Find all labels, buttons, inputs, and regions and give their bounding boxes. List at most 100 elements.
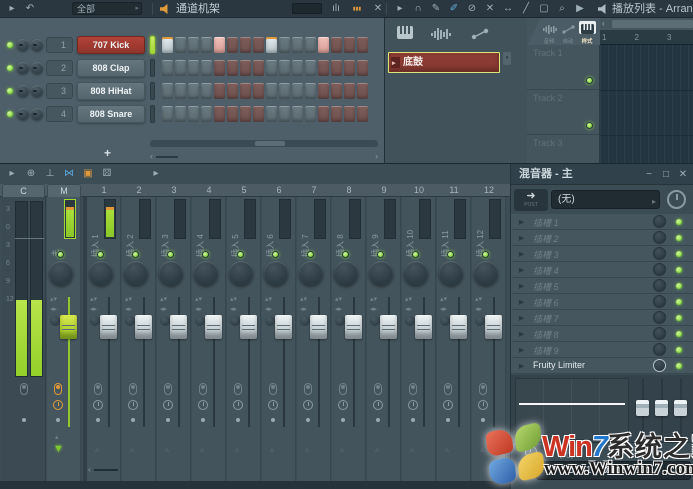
post-routing-button[interactable]: ➜ POST bbox=[514, 189, 548, 211]
channel-enable-led[interactable] bbox=[7, 111, 13, 117]
clock-icon[interactable] bbox=[128, 400, 138, 410]
step-cell[interactable] bbox=[292, 83, 303, 99]
step-cell[interactable] bbox=[279, 83, 290, 99]
mute-switch-icon[interactable] bbox=[129, 383, 137, 395]
mixer-strip-insert[interactable]: 插入 1▴▾◂▸▵ bbox=[87, 197, 121, 481]
mixer-strip-insert[interactable]: 插入 8▴▾◂▸▵ bbox=[332, 197, 366, 481]
stereo-separation-control[interactable]: ▴▾ bbox=[230, 295, 237, 303]
timeline-ruler[interactable]: 123 bbox=[600, 30, 693, 45]
step-cell[interactable] bbox=[240, 37, 251, 53]
mixer-strip-insert[interactable]: 插入 2▴▾◂▸▵ bbox=[122, 197, 156, 481]
channel-button[interactable]: 808 Clap bbox=[77, 59, 145, 77]
slot-mix-knob[interactable] bbox=[653, 231, 666, 244]
step-cell[interactable] bbox=[305, 37, 316, 53]
step-cell[interactable] bbox=[162, 60, 173, 76]
step-cell[interactable] bbox=[331, 37, 342, 53]
mute-switch-icon[interactable] bbox=[374, 383, 382, 395]
channel-button[interactable]: 707 Kick bbox=[77, 36, 145, 54]
mixer-column-7[interactable]: 7 bbox=[297, 184, 331, 197]
channel-pan-knob[interactable] bbox=[17, 62, 29, 74]
step-cell[interactable] bbox=[188, 106, 199, 122]
record-dot[interactable] bbox=[446, 418, 450, 422]
slot-mix-knob[interactable] bbox=[653, 263, 666, 276]
record-dot[interactable] bbox=[56, 418, 60, 422]
effect-slot[interactable]: ▶插槽 4 bbox=[511, 262, 693, 278]
record-dot[interactable] bbox=[341, 418, 345, 422]
limiter-display[interactable] bbox=[515, 378, 629, 440]
channel-button[interactable]: 808 HiHat bbox=[77, 82, 145, 100]
channel-enable-led[interactable] bbox=[7, 65, 13, 71]
time-clock-icon[interactable] bbox=[667, 190, 686, 209]
pan-arrows-control[interactable]: ◂▸ bbox=[475, 305, 482, 313]
step-cell[interactable] bbox=[253, 37, 264, 53]
slice-tool-icon[interactable]: ╱ bbox=[518, 0, 534, 18]
slot-enable-led[interactable] bbox=[676, 251, 682, 257]
effect-slot[interactable]: ▶插槽 3 bbox=[511, 246, 693, 262]
grid-scrollbar[interactable]: ‹ bbox=[600, 18, 693, 30]
record-dot[interactable] bbox=[411, 418, 415, 422]
strip-pan-knob[interactable] bbox=[474, 261, 498, 285]
record-dot[interactable] bbox=[376, 418, 380, 422]
strip-mini-knob[interactable] bbox=[405, 316, 415, 326]
step-cell[interactable] bbox=[279, 106, 290, 122]
paint-tool-icon[interactable]: ✐ bbox=[446, 0, 462, 18]
mute-switch-icon[interactable] bbox=[304, 383, 312, 395]
stereo-separation-control[interactable]: ▴▾ bbox=[125, 295, 132, 303]
mixer-strip-insert[interactable]: 插入 11▴▾◂▸▵ bbox=[437, 197, 471, 481]
clock-icon[interactable] bbox=[373, 400, 383, 410]
step-cell[interactable] bbox=[162, 37, 173, 53]
mixer-strip-insert[interactable]: 插入 6▴▾◂▸▵ bbox=[262, 197, 296, 481]
close-button[interactable]: ✕ bbox=[675, 164, 691, 185]
clock-icon[interactable] bbox=[93, 400, 103, 410]
step-cell[interactable] bbox=[201, 106, 212, 122]
mixer-column-8[interactable]: 8 bbox=[332, 184, 366, 197]
step-cell[interactable] bbox=[292, 37, 303, 53]
step-cell[interactable] bbox=[214, 37, 225, 53]
strip-pan-knob[interactable] bbox=[299, 261, 323, 285]
slot-arrow-icon[interactable]: ▶ bbox=[519, 218, 524, 226]
limiter-fader-1[interactable] bbox=[635, 378, 650, 440]
step-cell[interactable] bbox=[318, 60, 329, 76]
strip-enable-led[interactable] bbox=[202, 251, 209, 258]
clock-icon[interactable] bbox=[525, 446, 537, 458]
slot-arrow-icon[interactable]: ▶ bbox=[519, 298, 524, 306]
select-tool-icon[interactable]: ▢ bbox=[536, 0, 552, 18]
effect-slot-fruity-limiter[interactable]: ▶Fruity Limiter bbox=[511, 358, 693, 374]
send-triangle-icon[interactable]: ▵ bbox=[165, 445, 169, 454]
close-icon[interactable]: ✕ bbox=[370, 0, 386, 18]
audio-tab-icon[interactable] bbox=[431, 27, 451, 45]
step-cell[interactable] bbox=[175, 60, 186, 76]
send-triangle-icon[interactable]: ▵ bbox=[340, 445, 344, 454]
send-triangle-icon[interactable]: ▵ bbox=[235, 445, 239, 454]
mixer-column-1[interactable]: 1 bbox=[87, 184, 121, 197]
patterns-tab-label[interactable]: 样式 bbox=[578, 36, 596, 44]
strip-enable-led[interactable] bbox=[167, 251, 174, 258]
pan-arrows-control[interactable]: ◂▸ bbox=[370, 305, 377, 313]
step-cell[interactable] bbox=[162, 106, 173, 122]
keyboard-editor-icon[interactable]: ▮▮▮ bbox=[349, 0, 365, 18]
channel-pan-knob[interactable] bbox=[17, 39, 29, 51]
volume-fader[interactable] bbox=[345, 315, 362, 339]
effect-slot[interactable]: ▶插槽 9 bbox=[511, 342, 693, 358]
grid-body[interactable] bbox=[600, 45, 693, 163]
step-cell[interactable] bbox=[266, 83, 277, 99]
step-cell[interactable] bbox=[188, 60, 199, 76]
step-cell[interactable] bbox=[279, 37, 290, 53]
volume-fader[interactable] bbox=[485, 315, 502, 339]
mute-switch-icon[interactable] bbox=[409, 383, 417, 395]
strip-enable-led[interactable] bbox=[447, 251, 454, 258]
send-triangle-icon[interactable]: ▵ bbox=[480, 445, 484, 454]
stereo-separation-control[interactable]: ▴▾ bbox=[370, 295, 377, 303]
mixer-column-11[interactable]: 11 bbox=[437, 184, 471, 197]
random-icon[interactable]: ⚄ bbox=[99, 164, 115, 184]
strip-pan-knob[interactable] bbox=[334, 261, 358, 285]
step-cell[interactable] bbox=[305, 60, 316, 76]
stereo-separation-control[interactable]: ▴▾ bbox=[90, 295, 97, 303]
minimize-button[interactable]: − bbox=[641, 164, 657, 185]
strip-mini-knob[interactable] bbox=[370, 316, 380, 326]
send-triangle-icon[interactable]: ▵ bbox=[130, 445, 134, 454]
channel-pan-knob[interactable] bbox=[17, 108, 29, 120]
step-cell[interactable] bbox=[214, 83, 225, 99]
slot-arrow-icon[interactable]: ▶ bbox=[519, 362, 524, 370]
step-cell[interactable] bbox=[266, 106, 277, 122]
